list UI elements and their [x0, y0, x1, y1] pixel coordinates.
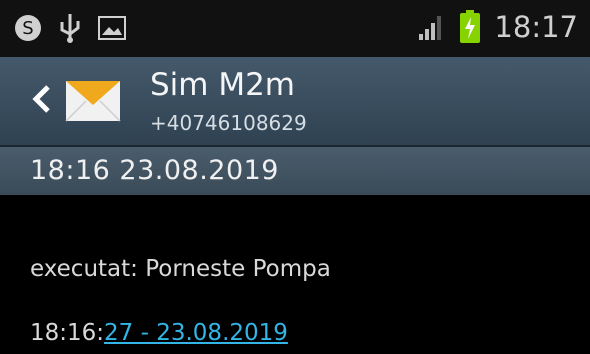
- date-bar-text: 18:16 23.08.2019: [30, 155, 279, 186]
- contact-name: Sim M2m: [150, 67, 296, 103]
- timestamp-prefix: 18:16:: [30, 320, 105, 346]
- contact-number: +40746108629: [150, 111, 307, 135]
- timestamp-link[interactable]: 27 - 23.08.2019: [104, 320, 288, 346]
- svg-text:S: S: [22, 18, 33, 39]
- status-bar: S 18:17: [0, 0, 590, 57]
- status-left-icons: S: [12, 12, 128, 44]
- status-right: 18:17: [414, 10, 578, 44]
- conversation-header: Sim M2m +40746108629: [0, 57, 590, 147]
- envelope-icon: [64, 71, 122, 129]
- date-bar: 18:16 23.08.2019: [0, 147, 590, 195]
- message-text: executat: Porneste Pompa: [30, 256, 331, 282]
- gallery-icon: [96, 12, 128, 44]
- message-timestamp: 18:16:27 - 23.08.2019: [30, 320, 288, 346]
- usb-icon: [54, 12, 86, 44]
- skype-icon: S: [12, 12, 44, 44]
- signal-icon: [414, 11, 446, 43]
- back-arrow-icon[interactable]: [28, 79, 56, 119]
- status-time: 18:17: [494, 10, 578, 44]
- battery-charging-icon: [454, 10, 486, 43]
